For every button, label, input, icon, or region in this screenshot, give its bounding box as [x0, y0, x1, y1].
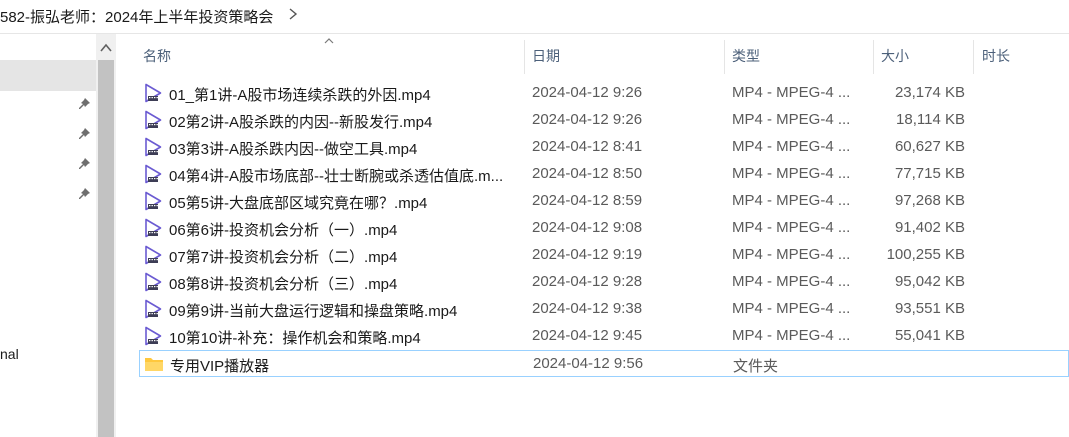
file-row[interactable]: 02第2讲-A股杀跌的内因--新股发行.mp4 2024-04-12 9:26 …: [139, 107, 1069, 134]
file-type: MP4 - MPEG-4 ...: [732, 192, 851, 209]
file-date-modified: 2024-04-12 9:26: [532, 84, 643, 101]
file-name[interactable]: 10第10讲-补充：操作机会和策略.mp4: [169, 327, 534, 348]
file-name[interactable]: 04第4讲-A股市场底部--壮士断腕或杀透估值底.m...: [169, 165, 534, 186]
file-type: MP4 - MPEG-4 ...: [732, 300, 851, 317]
file-row[interactable]: 05第5讲-大盘底部区域究竟在哪？.mp4 2024-04-12 8:59 MP…: [139, 188, 1069, 215]
folder-icon: [144, 354, 164, 374]
column-divider[interactable]: [873, 40, 874, 74]
file-row[interactable]: 专用VIP播放器 2024-04-12 9:56 文件夹: [139, 350, 1069, 377]
file-row[interactable]: 07第7讲-投资机会分析（二）.mp4 2024-04-12 9:19 MP4 …: [139, 242, 1069, 269]
file-row[interactable]: 04第4讲-A股市场底部--壮士断腕或杀透估值底.m... 2024-04-12…: [139, 161, 1069, 188]
pin-icon[interactable]: [79, 128, 91, 140]
video-file-icon: [143, 137, 163, 157]
column-header-size[interactable]: 大小: [881, 46, 909, 66]
pin-icon[interactable]: [79, 158, 91, 170]
navigation-scrollbar[interactable]: [96, 34, 116, 437]
file-row[interactable]: 10第10讲-补充：操作机会和策略.mp4 2024-04-12 9:45 MP…: [139, 323, 1069, 350]
nav-item-selected[interactable]: [0, 60, 96, 91]
nav-item-label[interactable]: nal: [0, 346, 19, 362]
chevron-right-icon[interactable]: [287, 7, 299, 21]
file-row[interactable]: 01_第1讲-A股市场连续杀跌的外因.mp4 2024-04-12 9:26 M…: [139, 80, 1069, 107]
file-date-modified: 2024-04-12 8:59: [532, 192, 643, 209]
file-name[interactable]: 02第2讲-A股杀跌的内因--新股发行.mp4: [169, 111, 534, 132]
file-date-modified: 2024-04-12 8:41: [532, 138, 643, 155]
file-type: MP4 - MPEG-4 ...: [732, 84, 851, 101]
pin-icon[interactable]: [79, 98, 91, 110]
file-type: MP4 - MPEG-4 ...: [732, 165, 851, 182]
file-name[interactable]: 05第5讲-大盘底部区域究竟在哪？.mp4: [169, 192, 534, 213]
file-type: MP4 - MPEG-4 ...: [732, 246, 851, 263]
file-type: MP4 - MPEG-4 ...: [732, 273, 851, 290]
file-size: 23,174 KB: [894, 84, 965, 101]
file-date-modified: 2024-04-12 9:45: [532, 327, 643, 344]
file-name[interactable]: 01_第1讲-A股市场连续杀跌的外因.mp4: [169, 84, 534, 105]
column-divider[interactable]: [973, 40, 974, 74]
file-date-modified: 2024-04-12 9:38: [532, 300, 643, 317]
file-row[interactable]: 09第9讲-当前大盘运行逻辑和操盘策略.mp4 2024-04-12 9:38 …: [139, 296, 1069, 323]
column-header-date[interactable]: 日期: [532, 46, 560, 66]
file-row[interactable]: 03第3讲-A股杀跌内因--做空工具.mp4 2024-04-12 8:41 M…: [139, 134, 1069, 161]
file-name[interactable]: 09第9讲-当前大盘运行逻辑和操盘策略.mp4: [169, 300, 534, 321]
file-size: 93,551 KB: [894, 300, 965, 317]
file-size: 77,715 KB: [894, 165, 965, 182]
file-size: 97,268 KB: [894, 192, 965, 209]
navigation-pane: nal: [0, 34, 96, 437]
file-size: 55,041 KB: [894, 327, 965, 344]
video-file-icon: [143, 110, 163, 130]
file-size: 100,255 KB: [886, 246, 965, 263]
file-type: MP4 - MPEG-4 ...: [732, 138, 851, 155]
file-size: 18,114 KB: [896, 111, 965, 128]
file-name[interactable]: 06第6讲-投资机会分析（一）.mp4: [169, 219, 534, 240]
file-type: MP4 - MPEG-4 ...: [732, 219, 851, 236]
video-file-icon: [143, 218, 163, 238]
column-divider[interactable]: [724, 40, 725, 74]
column-divider[interactable]: [524, 40, 525, 74]
file-date-modified: 2024-04-12 9:56: [533, 355, 644, 372]
scroll-up-arrow-icon[interactable]: [96, 40, 116, 56]
video-file-icon: [143, 272, 163, 292]
file-type: MP4 - MPEG-4 ...: [732, 111, 851, 128]
file-size: 91,402 KB: [894, 219, 965, 236]
pin-icon[interactable]: [79, 188, 91, 200]
video-file-icon: [143, 191, 163, 211]
file-name[interactable]: 专用VIP播放器: [170, 355, 535, 376]
file-date-modified: 2024-04-12 9:08: [532, 219, 643, 236]
video-file-icon: [143, 245, 163, 265]
column-header-duration[interactable]: 时长: [982, 46, 1010, 66]
scrollbar-thumb[interactable]: [98, 60, 114, 437]
breadcrumb-current-folder[interactable]: 582-振弘老师：2024年上半年投资策略会: [0, 6, 273, 27]
file-name[interactable]: 07第7讲-投资机会分析（二）.mp4: [169, 246, 534, 267]
file-name[interactable]: 08第8讲-投资机会分析（三）.mp4: [169, 273, 534, 294]
video-file-icon: [143, 83, 163, 103]
file-type: 文件夹: [733, 358, 779, 375]
column-header-type[interactable]: 类型: [732, 46, 760, 66]
column-header-name[interactable]: 名称: [143, 46, 171, 66]
file-date-modified: 2024-04-12 9:26: [532, 111, 643, 128]
file-size: 95,042 KB: [894, 273, 965, 290]
file-name[interactable]: 03第3讲-A股杀跌内因--做空工具.mp4: [169, 138, 534, 159]
file-date-modified: 2024-04-12 9:19: [532, 246, 643, 263]
file-date-modified: 2024-04-12 9:28: [532, 273, 643, 290]
column-header-row: 名称 日期 类型 大小 时长: [116, 34, 1069, 76]
file-date-modified: 2024-04-12 8:50: [532, 165, 643, 182]
address-bar[interactable]: 582-振弘老师：2024年上半年投资策略会: [0, 0, 1069, 34]
video-file-icon: [143, 299, 163, 319]
sort-ascending-icon: [324, 38, 334, 44]
file-row[interactable]: 06第6讲-投资机会分析（一）.mp4 2024-04-12 9:08 MP4 …: [139, 215, 1069, 242]
file-type: MP4 - MPEG-4 ...: [732, 327, 851, 344]
file-size: 60,627 KB: [894, 138, 965, 155]
file-row[interactable]: 08第8讲-投资机会分析（三）.mp4 2024-04-12 9:28 MP4 …: [139, 269, 1069, 296]
video-file-icon: [143, 164, 163, 184]
video-file-icon: [143, 326, 163, 346]
